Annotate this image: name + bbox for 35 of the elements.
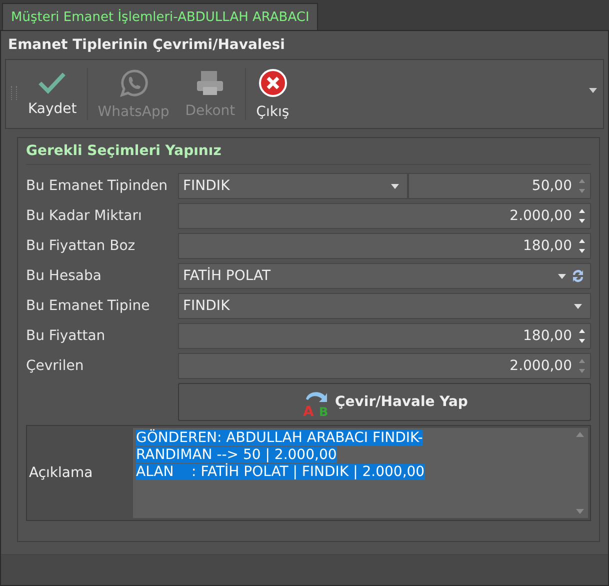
printer-icon bbox=[195, 69, 226, 97]
number-field[interactable]: 2.000,00 bbox=[178, 353, 591, 379]
spin-arrows-icon[interactable] bbox=[578, 207, 586, 225]
dropdown-caret-icon[interactable] bbox=[574, 304, 582, 308]
convert-transfer-button[interactable]: A B Çevir/Havale Yap bbox=[178, 383, 591, 421]
field-label: Bu Fiyattan Boz bbox=[26, 238, 136, 254]
field-label: Bu Fiyattan bbox=[26, 328, 106, 344]
field-label: Bu Emanet Tipine bbox=[26, 298, 151, 314]
dropdown-caret-icon[interactable] bbox=[558, 274, 566, 278]
group-title: Gerekli Seçimleri Yapınız bbox=[26, 138, 591, 165]
number-field[interactable]: 50,00 bbox=[408, 173, 591, 199]
checkmark-icon bbox=[38, 71, 66, 95]
spin-arrows-icon[interactable] bbox=[578, 237, 586, 255]
dropdown-field[interactable]: FINDIK bbox=[178, 293, 591, 319]
field-label: Açıklama bbox=[29, 465, 94, 481]
number-field[interactable]: 180,00 bbox=[178, 323, 591, 349]
field-label: Bu Emanet Tipinden bbox=[26, 178, 168, 194]
spin-arrows-icon[interactable] bbox=[578, 327, 586, 345]
toolbar-grip-icon[interactable] bbox=[11, 86, 17, 100]
form-title: Emanet Tiplerinin Çevrimi/Havalesi bbox=[7, 36, 286, 55]
field-label: Bu Hesaba bbox=[26, 268, 102, 284]
number-field[interactable]: 180,00 bbox=[178, 233, 591, 259]
close-icon bbox=[258, 68, 288, 98]
refresh-icon[interactable] bbox=[570, 268, 586, 284]
dropdown-field[interactable]: FATİH POLAT bbox=[178, 263, 591, 289]
number-field[interactable]: 2.000,00 bbox=[178, 203, 591, 229]
toolbar-button[interactable]: Çıkış bbox=[248, 60, 298, 128]
field-label: Çevrilen bbox=[26, 358, 85, 374]
field-label: Bu Kadar Miktarı bbox=[26, 208, 143, 224]
toolbar-menu-caret-icon[interactable] bbox=[589, 88, 597, 93]
dropdown-field[interactable]: FINDIK bbox=[178, 173, 408, 199]
dropdown-caret-icon[interactable] bbox=[391, 184, 399, 188]
document-tab[interactable]: Müşteri Emanet İşlemleri-ABDULLAH ARABACI bbox=[2, 3, 318, 30]
toolbar-button[interactable]: Kaydet bbox=[20, 60, 85, 128]
chat-phone-icon bbox=[118, 68, 149, 98]
